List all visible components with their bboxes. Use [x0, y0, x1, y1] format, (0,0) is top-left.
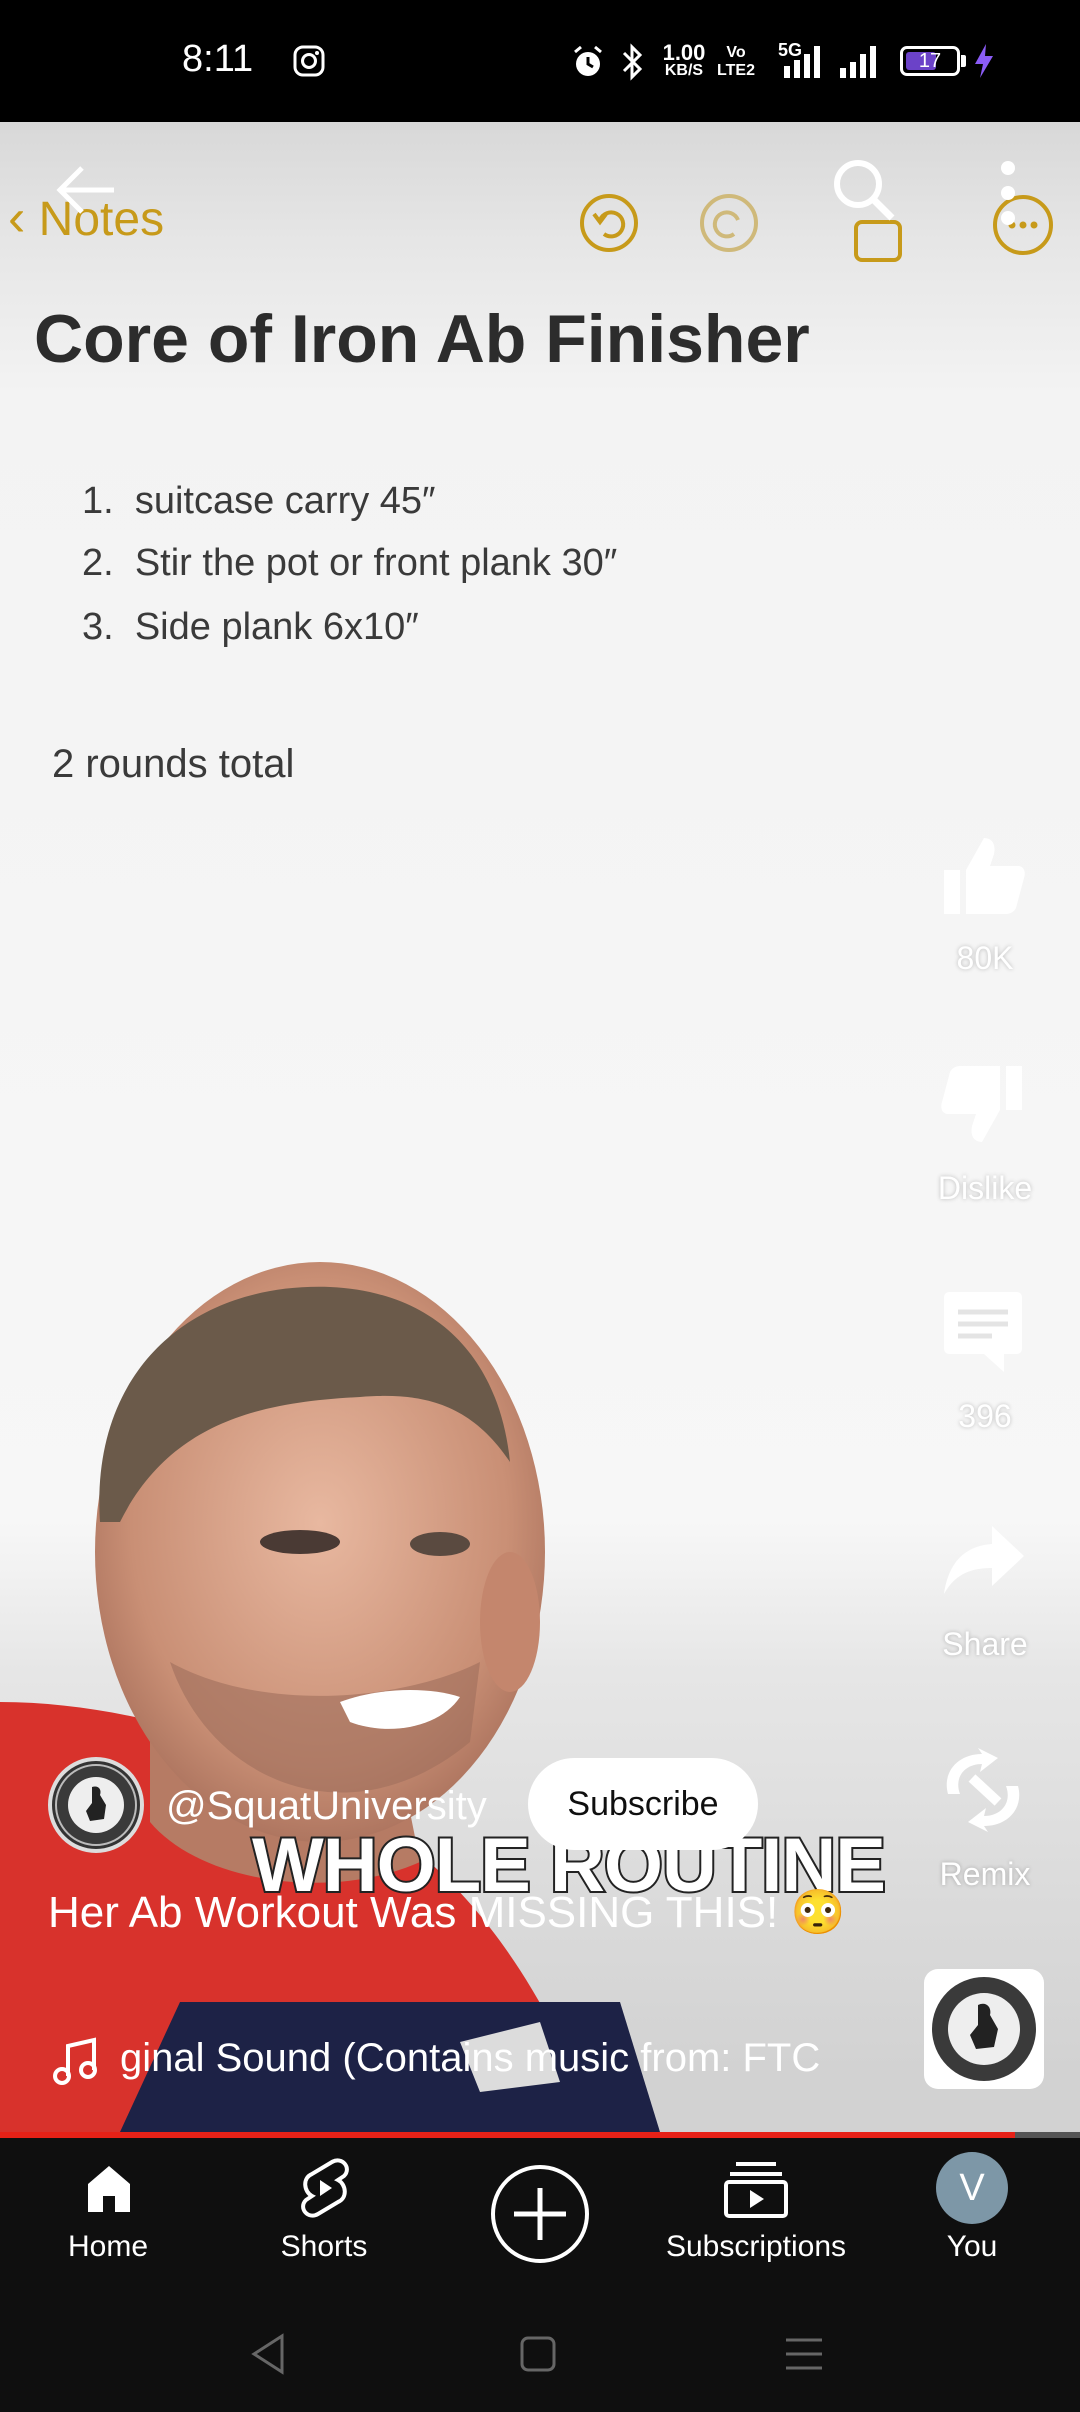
- system-back-icon[interactable]: [248, 2332, 288, 2376]
- system-navigation-bar: [0, 2294, 1080, 2412]
- note-list-item: 2. Stir the pot or front plank 30″: [82, 542, 618, 584]
- bottom-navigation: Home Shorts Subscriptions V You: [0, 2138, 1080, 2294]
- sound-name: ɡinal Sound (Contains music from: FTC: [120, 2036, 821, 2080]
- nav-subscriptions[interactable]: Subscriptions: [656, 2138, 856, 2294]
- subscriptions-icon: [724, 2162, 788, 2218]
- create-plus-icon: [491, 2165, 589, 2263]
- subscribe-button[interactable]: Subscribe: [528, 1758, 758, 1850]
- note-list-item: 1. suitcase carry 45″: [82, 480, 436, 522]
- nav-shorts[interactable]: Shorts: [224, 2138, 424, 2294]
- share-icon[interactable]: [940, 1522, 1026, 1598]
- search-icon[interactable]: [830, 156, 898, 224]
- dislike-label: Dislike: [937, 1170, 1033, 1206]
- battery-icon: 17: [900, 46, 960, 76]
- system-recents-icon[interactable]: [784, 2334, 824, 2374]
- note-footer: 2 rounds total: [52, 742, 295, 786]
- alarm-icon: [574, 45, 602, 76]
- dislike-icon[interactable]: [938, 1062, 1028, 1148]
- presenter-image: [0, 1262, 660, 2132]
- sound-link[interactable]: ɡinal Sound (Contains music from: FTC: [48, 2036, 848, 2081]
- note-title: Core of Iron Ab Finisher: [34, 301, 810, 377]
- system-home-icon[interactable]: [518, 2334, 558, 2374]
- squat-university-logo-icon: [55, 1764, 137, 1846]
- status-bar: 8:11 1.00 KB/S Vo LTE2 5G 17: [0, 0, 1080, 122]
- note-list-item: 3. Side plank 6x10″: [82, 606, 419, 648]
- remix-label: Remix: [939, 1856, 1031, 1892]
- nav-you[interactable]: V You: [872, 2138, 1072, 2294]
- instagram-icon: [293, 45, 325, 77]
- more-options-icon[interactable]: [994, 158, 1022, 228]
- channel-handle[interactable]: @SquatUniversity: [166, 1784, 487, 1829]
- share-label: Share: [942, 1626, 1028, 1662]
- comment-count: 396: [958, 1398, 1012, 1434]
- volte-indicator: Vo LTE2: [717, 44, 755, 79]
- network-speed: 1.00 KB/S: [662, 40, 706, 80]
- nav-home[interactable]: Home: [8, 2138, 208, 2294]
- bluetooth-icon: [622, 43, 643, 81]
- undo-icon: [580, 194, 638, 252]
- home-icon: [88, 2166, 130, 2212]
- video-title[interactable]: Her Ab Workout Was MISSING THIS! 😳: [48, 1886, 888, 1940]
- like-count: 80K: [956, 940, 1014, 976]
- channel-avatar[interactable]: [48, 1757, 144, 1853]
- nav-create[interactable]: [440, 2138, 640, 2294]
- user-avatar: V: [936, 2152, 1008, 2224]
- squat-university-logo-icon: [932, 1977, 1036, 2081]
- sound-thumbnail[interactable]: [924, 1969, 1044, 2089]
- shorts-icon: [301, 2158, 349, 2218]
- comment-icon[interactable]: [940, 1290, 1026, 1374]
- charging-icon: [975, 44, 993, 78]
- remix-icon[interactable]: [938, 1748, 1028, 1832]
- redo-icon: [700, 194, 758, 252]
- signal-icon: [784, 46, 876, 78]
- status-time: 8:11: [182, 38, 254, 80]
- like-icon[interactable]: [938, 832, 1028, 918]
- back-arrow-icon[interactable]: [54, 162, 118, 218]
